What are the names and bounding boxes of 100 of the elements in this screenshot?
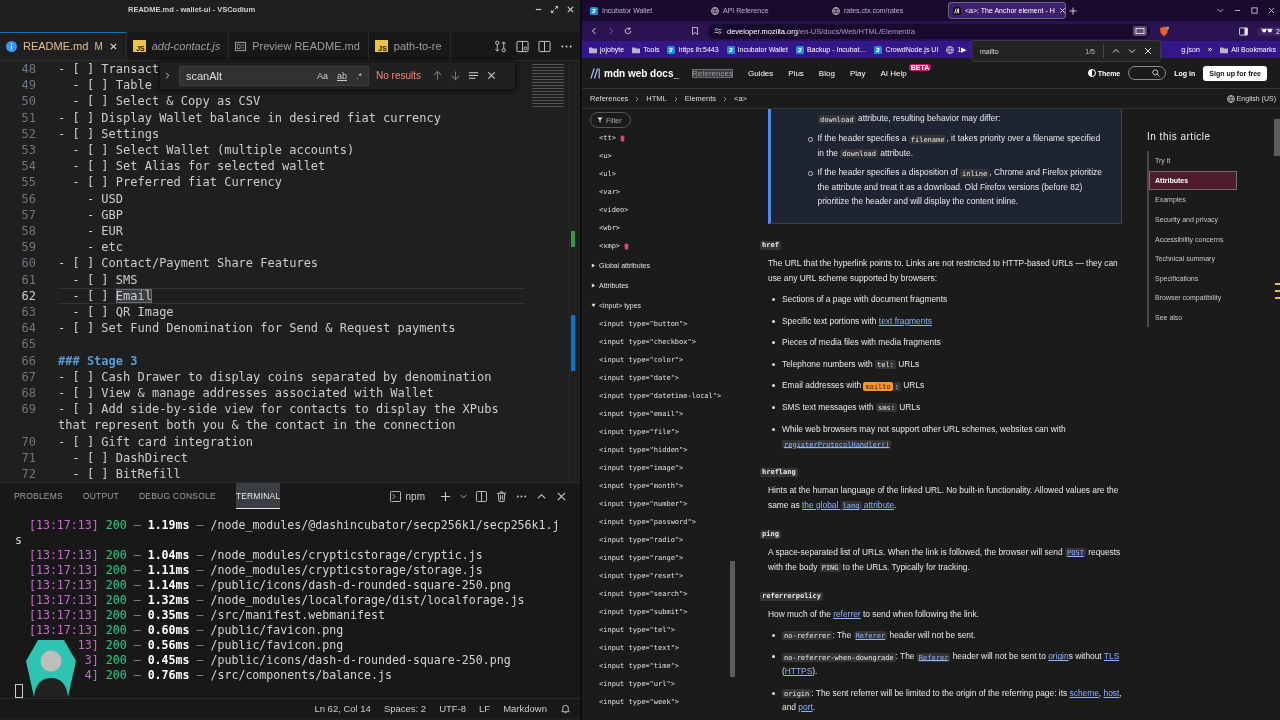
scrollbar-thumb[interactable] <box>1274 119 1280 156</box>
panel-tab[interactable]: OUTPUT <box>82 483 119 509</box>
status-item[interactable]: Spaces: 2 <box>383 703 427 714</box>
code-line: - [ ] Select Wallet (multiple accounts) <box>71 142 355 159</box>
terminal-line: [13:17:13] 200 — 1.04ms — /node_modules/crypticstorage/cryptic.js <box>28 548 483 562</box>
line-number: 72 <box>20 466 36 482</box>
arrow-up-icon[interactable] <box>432 70 443 81</box>
editor-tab[interactable]: Preview README.md <box>229 32 369 60</box>
chevron-down-icon[interactable] <box>1217 7 1224 14</box>
close-icon[interactable] <box>1144 47 1152 55</box>
status-item[interactable]: Markdown <box>503 703 547 714</box>
status-item[interactable]: Ln 62, Col 14 <box>314 703 371 714</box>
maximize-icon[interactable] <box>1251 7 1258 14</box>
minimize-icon[interactable] <box>1234 7 1241 14</box>
line-number: 60 <box>20 255 36 272</box>
chevron-right-icon[interactable] <box>163 71 172 80</box>
bullet-icon <box>772 384 775 388</box>
chevron-up-icon[interactable] <box>1112 47 1120 55</box>
nav-link[interactable]: Play <box>849 68 866 78</box>
info-icon <box>6 40 17 52</box>
chevron-right-icon <box>634 95 641 102</box>
sidebar-icon[interactable] <box>1239 26 1248 36</box>
line-number: 67 <box>20 368 36 386</box>
panel-tab[interactable]: DEBUG CONSOLE <box>139 483 216 509</box>
chevron-right-icon <box>722 95 729 102</box>
reload-icon[interactable] <box>624 27 632 35</box>
chevron-down-icon[interactable] <box>460 492 467 500</box>
code-line: - [ ] Display Wallet balance in desired fiat currency <box>58 109 441 126</box>
bookmark-icon[interactable] <box>691 27 699 35</box>
bullet-icon <box>772 633 775 637</box>
close-icon[interactable] <box>108 41 118 51</box>
text-link[interactable]: text fragments <box>878 315 932 326</box>
code-line: - [ ] DashDirect <box>71 449 189 467</box>
triangle-right-icon <box>591 282 596 288</box>
chevron-down-icon[interactable] <box>1128 47 1136 55</box>
lines-icon[interactable] <box>468 70 479 81</box>
status-item[interactable]: UTF-8 <box>439 703 467 714</box>
sliders-icon[interactable] <box>714 27 722 35</box>
close-icon[interactable] <box>556 490 567 502</box>
bell-icon[interactable] <box>560 703 571 714</box>
line-number: 61 <box>20 271 36 288</box>
modified-indicator: M <box>94 40 103 52</box>
line-number: 48 <box>20 61 36 78</box>
nav-link[interactable]: References <box>692 68 733 78</box>
terminal-line: [13:17:13] 200 — 1.19ms — /node_modules/@dashincubator/secp256k1/secp256k1.js <box>15 518 560 547</box>
code-line: - [ ] Table <box>71 77 152 94</box>
nav-link[interactable]: Plus <box>788 68 804 78</box>
screen-icon[interactable] <box>1133 26 1147 36</box>
preview-side-icon[interactable] <box>516 39 529 53</box>
find-result: No results <box>376 70 421 81</box>
compare-icon[interactable] <box>494 39 507 53</box>
line-number: 69 <box>20 401 36 418</box>
terminal-selector[interactable]: npm <box>389 490 425 502</box>
nav-link[interactable]: Blog <box>818 68 835 78</box>
find-option-toggle[interactable]: .* <box>354 68 364 83</box>
close-icon[interactable] <box>486 70 497 81</box>
terminal-line: 13] 200 — 0.56ms — /public/favicon.png <box>77 638 344 652</box>
find-option-toggle[interactable]: ab <box>334 68 349 83</box>
trash-icon[interactable] <box>496 490 507 502</box>
back-icon[interactable] <box>590 27 598 35</box>
diagonal-arrows-icon[interactable] <box>550 5 559 14</box>
scrollbar-thumb[interactable] <box>730 561 735 677</box>
find-option-toggle[interactable]: Aa <box>314 68 330 83</box>
arrow-down-icon[interactable] <box>450 70 461 81</box>
find-input[interactable]: scanAlt Aa ab .* <box>179 65 369 86</box>
panel-tab[interactable]: PROBLEMS <box>14 483 63 509</box>
slash-logo-icon <box>953 6 961 15</box>
split-icon[interactable] <box>476 490 487 502</box>
globe-icon <box>711 6 719 15</box>
close-icon[interactable] <box>566 5 575 14</box>
bookmarks-overflow-button[interactable]: » <box>1207 45 1213 54</box>
text-link[interactable]: scheme <box>1069 687 1099 698</box>
text-link[interactable]: referrer <box>833 608 861 619</box>
search-icon <box>1152 69 1161 77</box>
bullet-icon <box>772 655 775 659</box>
shield-icon[interactable] <box>1159 25 1169 37</box>
text-link[interactable]: TLS <box>1103 651 1120 662</box>
text-link[interactable]: origin <box>1048 651 1069 662</box>
panel-tab[interactable]: TERMINAL <box>235 483 281 509</box>
code-line: - [ ] Add side-by-side view for contacts to display the XPubs that represent both you & the contact in the connection <box>58 401 500 434</box>
plus-icon[interactable] <box>1069 6 1077 15</box>
bullet-icon <box>772 691 775 695</box>
close-icon[interactable] <box>1268 7 1275 14</box>
code-line: - [ ] Settings <box>58 125 160 142</box>
split-editor-icon[interactable] <box>538 39 551 53</box>
preview-icon <box>235 40 247 52</box>
text-link[interactable]: port <box>798 702 813 713</box>
globe-icon <box>832 6 840 15</box>
editor-tab[interactable]: README.md M <box>0 32 127 60</box>
terminal-line: [13:17:13] 200 — 0.35ms — /src/manifest.webmanifest <box>28 608 385 622</box>
status-item[interactable]: LF <box>479 703 491 714</box>
folder-icon <box>589 45 597 54</box>
code-line: - [ ] SMS <box>71 271 138 288</box>
nav-link[interactable]: Guides <box>747 68 774 78</box>
line-number: 57 <box>20 206 36 224</box>
code-line: - [ ] Transact <box>58 61 160 78</box>
plus-icon[interactable] <box>440 490 451 502</box>
line-number: 53 <box>20 142 36 159</box>
bullet-icon <box>772 297 775 301</box>
site-logo[interactable]: mdn web docs_ <box>590 67 679 79</box>
